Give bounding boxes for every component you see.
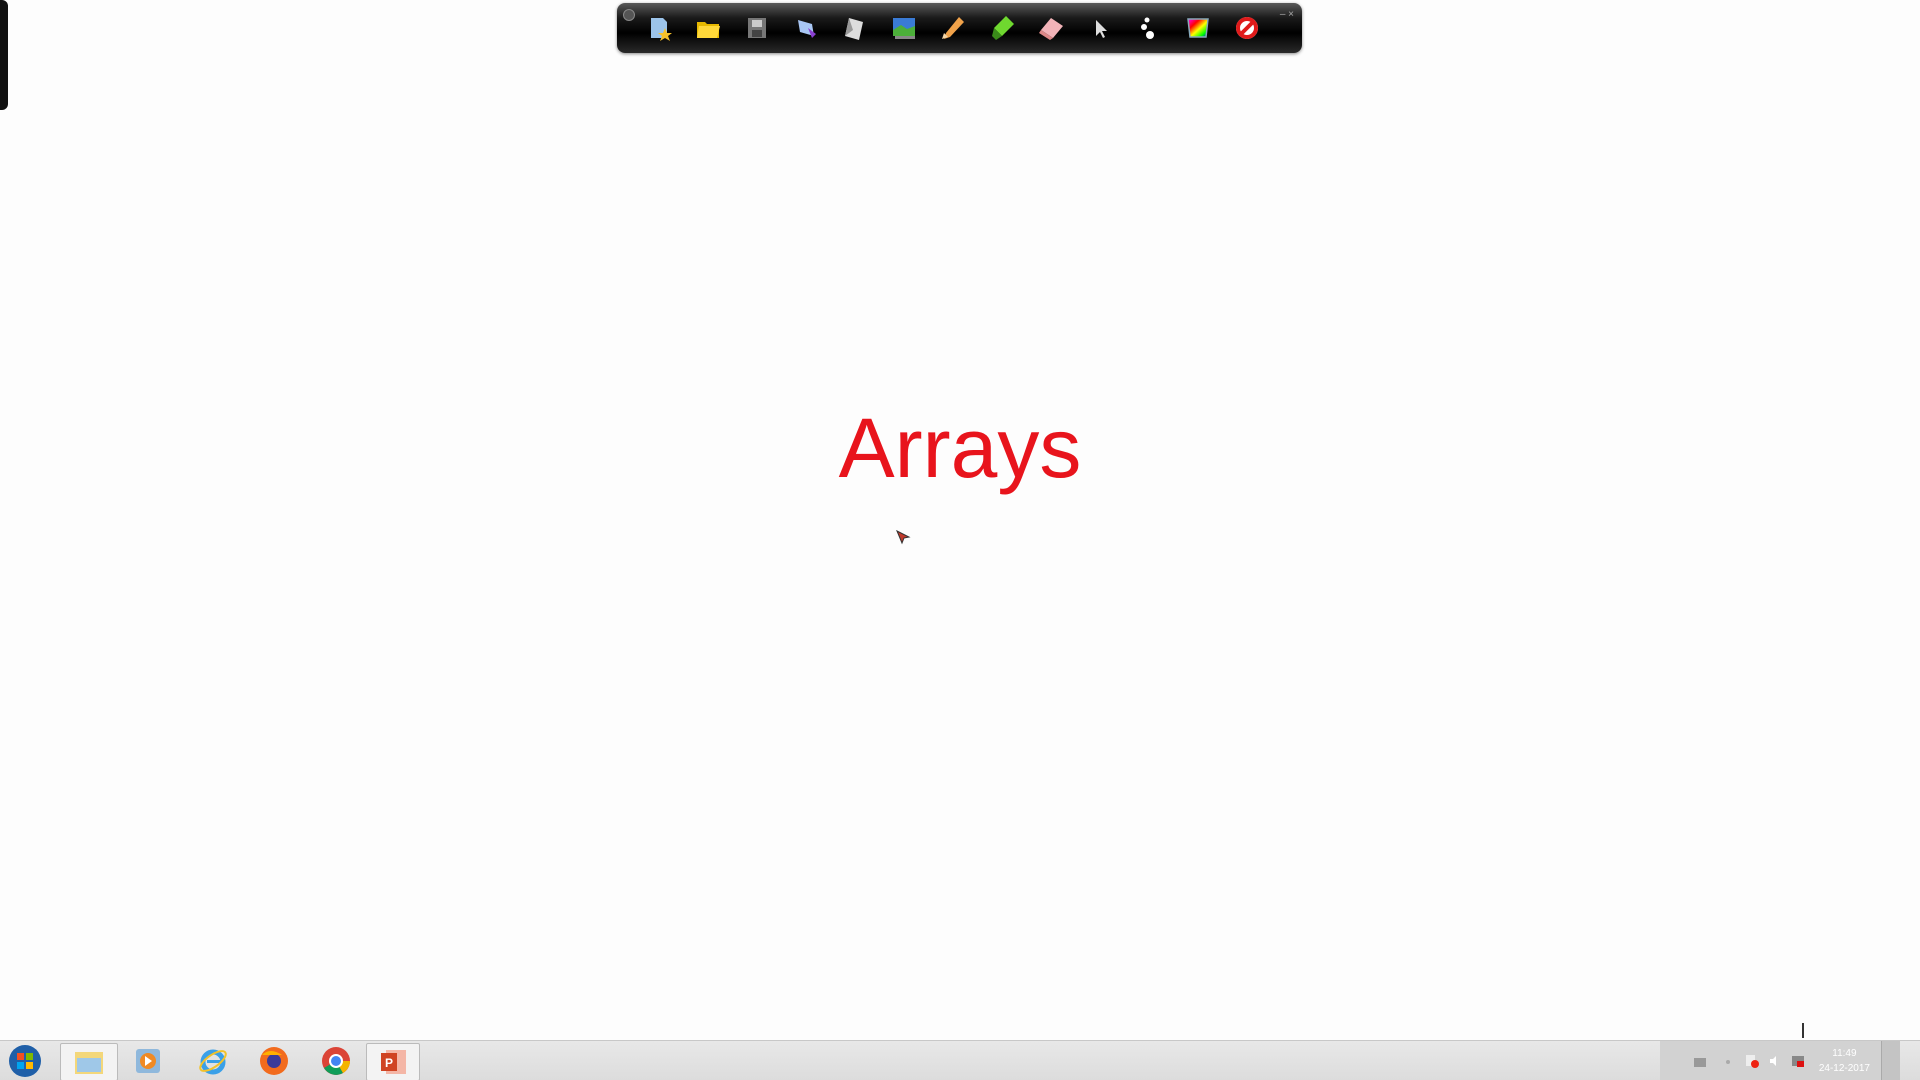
new-page-icon[interactable]	[644, 13, 674, 43]
color-palette-icon[interactable]	[1183, 13, 1213, 43]
toolbar-minimize-button[interactable]: – ×	[1280, 9, 1294, 20]
pointer-icon[interactable]	[1085, 13, 1115, 43]
network-warning-icon[interactable]	[1744, 1053, 1760, 1069]
eraser-icon[interactable]	[1036, 13, 1066, 43]
annotation-toolbar: – ×	[617, 3, 1302, 53]
firefox-taskbar-button[interactable]	[246, 1043, 302, 1079]
battery-warning-icon[interactable]	[1790, 1053, 1806, 1069]
stop-icon[interactable]	[1232, 13, 1262, 43]
pencil-icon[interactable]	[938, 13, 968, 43]
mouse-cursor-icon	[896, 529, 912, 551]
pen-tool-icon[interactable]	[791, 13, 821, 43]
start-button[interactable]	[0, 1043, 50, 1079]
show-hidden-icons[interactable]	[1720, 1053, 1736, 1069]
desktop-marker	[1802, 1023, 1804, 1038]
volume-icon[interactable]	[1766, 1053, 1782, 1069]
open-folder-icon[interactable]	[693, 13, 723, 43]
clock-date: 24-12-2017	[1818, 1063, 1870, 1074]
system-tray: 11:49 24-12-2017	[1660, 1041, 1900, 1080]
show-desktop-button[interactable]	[1881, 1041, 1900, 1080]
powerpoint-taskbar-button[interactable]: P	[366, 1043, 420, 1080]
image-icon[interactable]	[889, 13, 919, 43]
save-disk-icon[interactable]	[742, 13, 772, 43]
taskbar: P 11:49 24-12-2017	[0, 1040, 1920, 1080]
slide-title: Arrays	[838, 401, 1082, 495]
svg-text:P: P	[385, 1056, 393, 1070]
clock-time: 11:49	[1832, 1048, 1857, 1059]
media-player-taskbar-button[interactable]	[120, 1043, 176, 1079]
spotlight-icon[interactable]	[1134, 13, 1164, 43]
system-clock[interactable]: 11:49 24-12-2017	[1819, 1046, 1870, 1076]
internet-explorer-taskbar-button[interactable]	[185, 1043, 241, 1079]
highlighter-icon[interactable]	[987, 13, 1017, 43]
file-explorer-taskbar-button[interactable]	[60, 1043, 118, 1080]
side-panel-tab[interactable]	[0, 0, 8, 110]
paper-icon[interactable]	[840, 13, 870, 43]
action-center-icon[interactable]	[1692, 1053, 1708, 1069]
toolbar-menu-knob[interactable]	[623, 9, 635, 21]
chrome-taskbar-button[interactable]	[308, 1043, 364, 1079]
